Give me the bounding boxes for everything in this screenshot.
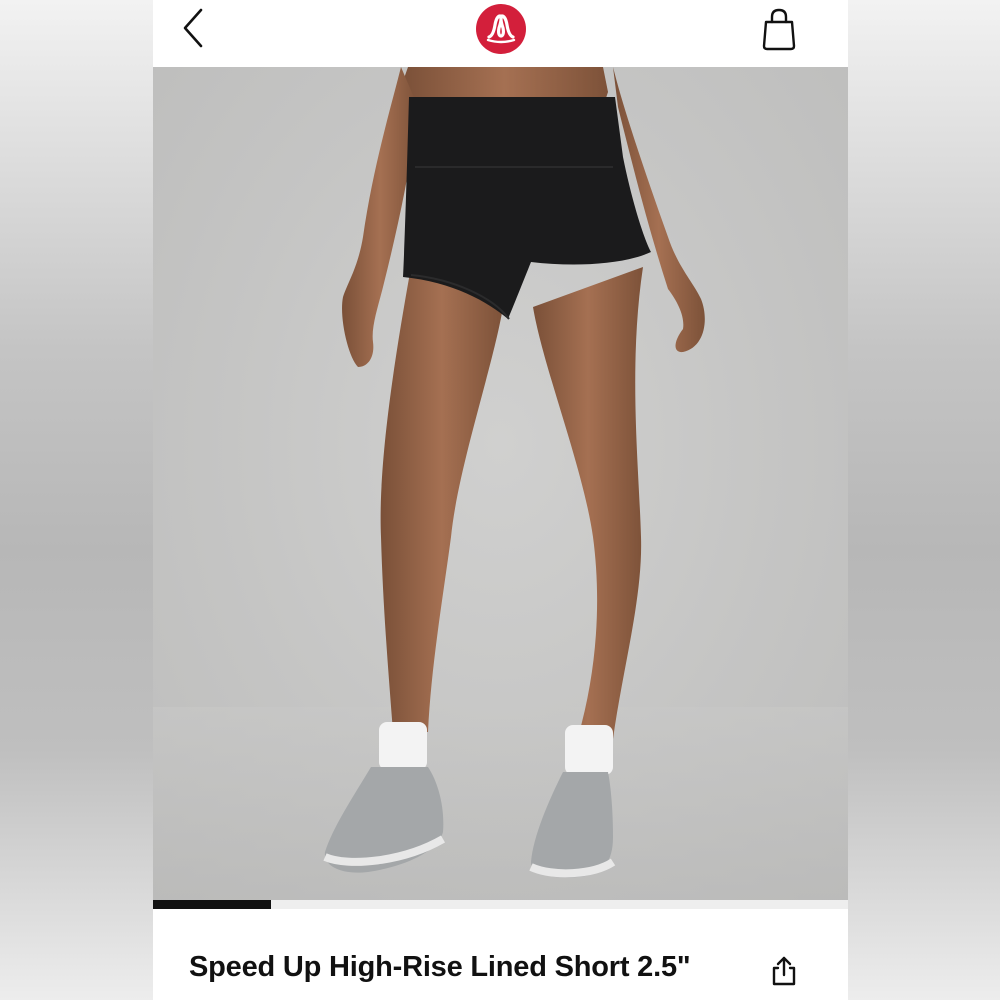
top-navigation-bar	[153, 0, 848, 67]
chevron-left-icon	[183, 8, 203, 48]
app-screen: Speed Up High-Rise Lined Short 2.5"	[153, 0, 848, 1000]
left-leg	[380, 267, 503, 732]
lululemon-logo-icon	[476, 4, 526, 54]
product-title-row: Speed Up High-Rise Lined Short 2.5"	[153, 945, 848, 995]
brand-logo[interactable]	[475, 3, 527, 55]
shopping-bag-button[interactable]	[759, 6, 799, 52]
image-carousel-progress	[153, 900, 848, 909]
right-leg	[533, 267, 643, 739]
left-sock	[379, 722, 427, 770]
right-backdrop	[848, 0, 1000, 1000]
share-icon	[772, 956, 796, 986]
left-backdrop	[0, 0, 153, 1000]
right-sock	[565, 725, 613, 775]
back-button[interactable]	[175, 6, 215, 50]
product-photo	[153, 67, 848, 902]
product-image[interactable]	[153, 67, 848, 902]
share-button[interactable]	[769, 953, 799, 987]
carousel-progress-fill	[153, 900, 272, 909]
product-title: Speed Up High-Rise Lined Short 2.5"	[189, 951, 691, 983]
shopping-bag-icon	[762, 8, 796, 51]
